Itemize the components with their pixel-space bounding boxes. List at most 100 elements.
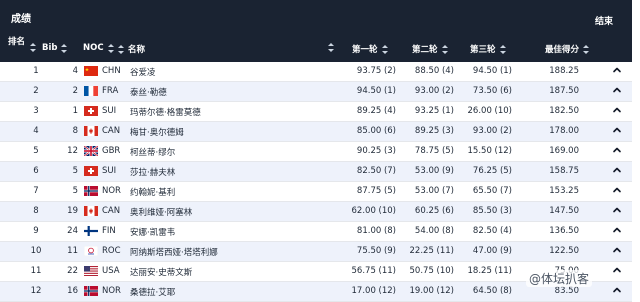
run1-score: 75.50 (9) xyxy=(356,246,396,256)
event-status: 结束 xyxy=(594,17,613,27)
col-best[interactable]: 最佳得分 xyxy=(545,43,590,55)
table-row[interactable]: 9 24 FIN 安娜·凯雷韦 81.00 (8) 54.00 (8) 82.5… xyxy=(0,222,632,242)
results-table-body: 1 4 CHN 谷爱凌 93.75 (2) 88.50 (4) 94.50 (1… xyxy=(0,62,632,302)
run3-score: 15.50 (12) xyxy=(467,146,512,156)
table-row[interactable]: 2 2 FRA 泰丝·勒德 94.50 (1) 93.00 (2) 73.50 … xyxy=(0,82,632,102)
run2-score: 22.25 (11) xyxy=(409,246,454,256)
results-title: 成绩 xyxy=(11,14,31,25)
sort-icon xyxy=(118,44,124,54)
best-score: 187.50 xyxy=(549,86,579,96)
col-name-sort-right[interactable] xyxy=(328,43,334,52)
rank-cell: 7 xyxy=(33,186,39,196)
noc-cell: CAN xyxy=(102,206,121,216)
chevron-up-icon[interactable] xyxy=(612,165,622,175)
sort-icon xyxy=(107,43,114,53)
table-row[interactable]: 1 4 CHN 谷爱凌 93.75 (2) 88.50 (4) 94.50 (1… xyxy=(0,62,632,82)
sort-icon xyxy=(499,44,506,54)
sort-icon xyxy=(381,44,388,54)
col-best-label: 最佳得分 xyxy=(545,45,580,55)
run1-score: 90.25 (3) xyxy=(356,146,396,156)
athlete-name: 梅甘·奥尔德姆 xyxy=(130,128,184,138)
col-noc[interactable]: NOC xyxy=(83,43,114,53)
best-score: 169.00 xyxy=(549,146,579,156)
run1-score: 17.00 (12) xyxy=(351,286,396,296)
bib-cell: 5 xyxy=(72,166,78,176)
run3-score: 85.50 (3) xyxy=(472,206,512,216)
bib-cell: 8 xyxy=(72,126,78,136)
flag-icon xyxy=(84,106,98,116)
run3-score: 26.00 (10) xyxy=(467,106,512,116)
run2-score: 89.25 (3) xyxy=(414,126,454,136)
run1-score: 87.75 (5) xyxy=(356,186,396,196)
best-score: 153.25 xyxy=(549,186,579,196)
chevron-up-icon[interactable] xyxy=(612,245,622,255)
noc-cell: SUI xyxy=(102,166,117,176)
rank-cell: 4 xyxy=(33,126,39,136)
rank-cell: 3 xyxy=(33,106,39,116)
sort-icon xyxy=(328,43,334,52)
sort-icon xyxy=(583,44,590,54)
bib-cell: 19 xyxy=(67,206,78,216)
athlete-name: 奥利维娅·阿塞林 xyxy=(130,208,193,218)
bib-cell: 16 xyxy=(67,286,78,296)
athlete-name: 莎拉·赫夫林 xyxy=(130,168,176,178)
rank-cell: 6 xyxy=(33,166,39,176)
sort-icon xyxy=(30,43,36,52)
bib-cell: 2 xyxy=(72,86,78,96)
rank-cell: 1 xyxy=(33,66,39,76)
noc-cell: SUI xyxy=(102,106,117,116)
chevron-up-icon[interactable] xyxy=(612,285,622,295)
athlete-name: 谷爱凌 xyxy=(130,68,156,78)
athlete-name: 阿纳斯塔西娅·塔塔利娜 xyxy=(130,248,218,258)
run3-score: 82.50 (4) xyxy=(472,226,512,236)
noc-cell: CHN xyxy=(102,66,121,76)
bib-cell: 24 xyxy=(67,226,78,236)
bib-cell: 1 xyxy=(72,106,78,116)
col-bib[interactable]: Bib xyxy=(42,43,68,53)
athlete-name: 玛蒂尔德·格雷莫德 xyxy=(130,108,201,118)
run2-score: 54.00 (8) xyxy=(414,226,454,236)
flag-icon xyxy=(84,186,98,196)
chevron-up-icon[interactable] xyxy=(612,85,622,95)
bib-cell: 5 xyxy=(72,186,78,196)
table-row[interactable]: 3 1 SUI 玛蒂尔德·格雷莫德 89.25 (4) 93.25 (1) 26… xyxy=(0,102,632,122)
run1-score: 81.00 (8) xyxy=(356,226,396,236)
best-score: 182.50 xyxy=(549,106,579,116)
run1-score: 89.25 (4) xyxy=(356,106,396,116)
col-run1[interactable]: 第一轮 xyxy=(352,43,388,55)
best-score: 158.75 xyxy=(549,166,579,176)
flag-icon xyxy=(84,146,98,156)
bib-cell: 11 xyxy=(67,246,78,256)
chevron-up-icon[interactable] xyxy=(612,65,622,75)
chevron-up-icon[interactable] xyxy=(612,145,622,155)
run1-score: 56.75 (11) xyxy=(351,266,396,276)
table-row[interactable]: 8 19 CAN 奥利维娅·阿塞林 62.00 (10) 60.25 (6) 8… xyxy=(0,202,632,222)
chevron-up-icon[interactable] xyxy=(612,265,622,275)
table-row[interactable]: 10 11 ROC 阿纳斯塔西娅·塔塔利娜 75.50 (9) 22.25 (1… xyxy=(0,242,632,262)
rank-cell: 10 xyxy=(30,246,42,256)
col-run3-label: 第三轮 xyxy=(470,45,496,55)
run1-score: 82.50 (7) xyxy=(356,166,396,176)
table-row[interactable]: 7 5 NOR 约翰妮·基利 87.75 (5) 53.00 (7) 65.50… xyxy=(0,182,632,202)
bib-cell: 12 xyxy=(67,146,78,156)
noc-cell: GBR xyxy=(102,146,121,156)
run3-score: 93.00 (2) xyxy=(472,126,512,136)
rank-cell: 12 xyxy=(30,286,42,296)
chevron-up-icon[interactable] xyxy=(612,125,622,135)
table-row[interactable]: 6 5 SUI 莎拉·赫夫林 82.50 (7) 53.00 (9) 76.25… xyxy=(0,162,632,182)
chevron-up-icon[interactable] xyxy=(612,205,622,215)
run2-score: 19.00 (12) xyxy=(409,286,454,296)
rank-cell: 2 xyxy=(33,86,39,96)
col-name[interactable]: 名称 xyxy=(118,43,145,55)
chevron-up-icon[interactable] xyxy=(612,105,622,115)
chevron-up-icon[interactable] xyxy=(612,225,622,235)
col-run2[interactable]: 第二轮 xyxy=(412,43,448,55)
col-rank[interactable]: 排名 xyxy=(8,37,25,48)
col-rank-sort[interactable] xyxy=(30,43,36,52)
chevron-up-icon[interactable] xyxy=(612,185,622,195)
athlete-name: 柯丝蒂·缪尔 xyxy=(130,148,176,158)
col-run3[interactable]: 第三轮 xyxy=(470,43,506,55)
table-row[interactable]: 4 8 CAN 梅甘·奥尔德姆 85.00 (6) 89.25 (3) 93.0… xyxy=(0,122,632,142)
table-row[interactable]: 5 12 GBR 柯丝蒂·缪尔 90.25 (3) 78.75 (5) 15.5… xyxy=(0,142,632,162)
bib-cell: 22 xyxy=(67,266,78,276)
